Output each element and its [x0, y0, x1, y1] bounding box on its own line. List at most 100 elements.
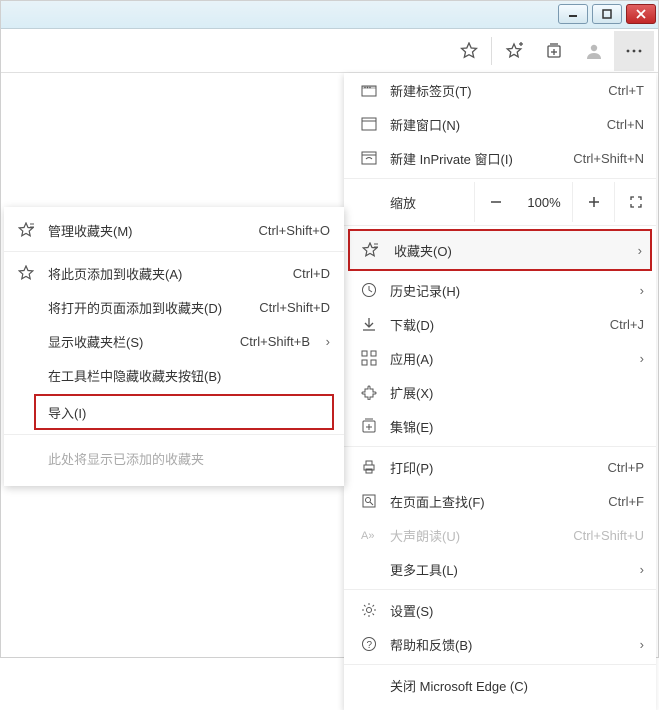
chevron-right-icon: › — [638, 243, 642, 258]
window-icon — [358, 117, 380, 131]
zoom-out-button[interactable] — [474, 182, 516, 222]
fullscreen-icon — [629, 195, 643, 209]
fullscreen-button[interactable] — [614, 182, 656, 222]
star-list-icon — [18, 222, 38, 238]
minus-icon — [489, 195, 503, 209]
star-icon — [460, 42, 478, 60]
menu-label: 更多工具(L) — [380, 560, 630, 579]
menu-label: 历史记录(H) — [380, 281, 630, 300]
download-icon — [358, 316, 380, 332]
favorites-hub-button[interactable] — [494, 31, 534, 71]
menu-help[interactable]: ? 帮助和反馈(B) › — [344, 627, 656, 661]
svg-text:?: ? — [367, 640, 373, 651]
menu-label: 新建窗口(N) — [380, 115, 607, 134]
menu-label: 帮助和反馈(B) — [380, 635, 630, 654]
menu-label: 集锦(E) — [380, 417, 644, 436]
submenu-label: 管理收藏夹(M) — [38, 221, 258, 240]
gear-icon — [358, 602, 380, 618]
menu-shortcut: Ctrl+P — [608, 460, 644, 475]
submenu-label: 在工具栏中隐藏收藏夹按钮(B) — [38, 366, 330, 385]
maximize-icon — [602, 9, 612, 19]
menu-new-window[interactable]: 新建窗口(N) Ctrl+N — [344, 107, 656, 141]
menu-label: 在页面上查找(F) — [380, 492, 608, 511]
menu-zoom-row: 缩放 100% — [344, 182, 656, 222]
star-list-icon — [362, 242, 384, 258]
apps-icon — [358, 350, 380, 366]
submenu-hide-fav-button[interactable]: 在工具栏中隐藏收藏夹按钮(B) — [4, 358, 344, 392]
extensions-icon — [358, 384, 380, 400]
menu-collections[interactable]: 集锦(E) — [344, 409, 656, 443]
menu-separator — [344, 178, 656, 179]
ellipsis-icon — [625, 42, 643, 60]
menu-shortcut: Ctrl+N — [607, 117, 644, 132]
submenu-shortcut: Ctrl+Shift+B — [240, 334, 310, 349]
collections-button[interactable] — [534, 31, 574, 71]
chevron-right-icon: › — [630, 283, 644, 298]
star-icon — [18, 265, 38, 281]
help-icon: ? — [358, 636, 380, 652]
submenu-show-bar[interactable]: 显示收藏夹栏(S) Ctrl+Shift+B › — [4, 324, 344, 358]
profile-icon — [584, 41, 604, 61]
menu-separator — [344, 225, 656, 226]
submenu-shortcut: Ctrl+Shift+D — [259, 300, 330, 315]
maximize-button[interactable] — [592, 4, 622, 24]
browser-toolbar — [1, 29, 658, 73]
menu-close-edge[interactable]: 关闭 Microsoft Edge (C) — [344, 668, 656, 702]
menu-print[interactable]: 打印(P) Ctrl+P — [344, 450, 656, 484]
favorites-empty-text: 此处将显示已添加的收藏夹 — [4, 439, 344, 472]
favorites-submenu: 管理收藏夹(M) Ctrl+Shift+O 将此页添加到收藏夹(A) Ctrl+… — [4, 207, 344, 486]
new-tab-icon — [358, 83, 380, 97]
submenu-add-page[interactable]: 将此页添加到收藏夹(A) Ctrl+D — [4, 256, 344, 290]
menu-settings[interactable]: 设置(S) — [344, 593, 656, 627]
inprivate-icon — [358, 151, 380, 165]
menu-shortcut: Ctrl+T — [608, 83, 644, 98]
minimize-icon — [568, 9, 578, 19]
chevron-right-icon: › — [630, 637, 644, 652]
profile-button[interactable] — [574, 31, 614, 71]
menu-label: 扩展(X) — [380, 383, 644, 402]
print-icon — [358, 459, 380, 475]
chevron-right-icon: › — [630, 351, 644, 366]
menu-new-inprivate[interactable]: 新建 InPrivate 窗口(I) Ctrl+Shift+N — [344, 141, 656, 175]
submenu-label: 将此页添加到收藏夹(A) — [38, 264, 293, 283]
collections-icon — [545, 42, 563, 60]
submenu-manage-favorites[interactable]: 管理收藏夹(M) Ctrl+Shift+O — [4, 213, 344, 247]
menu-more-tools[interactable]: 更多工具(L) › — [344, 552, 656, 586]
chevron-right-icon: › — [630, 562, 644, 577]
history-icon — [358, 282, 380, 298]
submenu-separator — [4, 251, 344, 252]
plus-icon — [587, 195, 601, 209]
close-icon — [636, 9, 646, 19]
menu-new-tab[interactable]: 新建标签页(T) Ctrl+T — [344, 73, 656, 107]
menu-separator — [344, 446, 656, 447]
zoom-value: 100% — [516, 195, 572, 210]
zoom-in-button[interactable] — [572, 182, 614, 222]
more-menu-button[interactable] — [614, 31, 654, 71]
menu-shortcut: Ctrl+J — [610, 317, 644, 332]
chevron-right-icon: › — [316, 334, 330, 349]
zoom-label: 缩放 — [344, 193, 474, 212]
submenu-label: 显示收藏夹栏(S) — [38, 332, 240, 351]
close-button[interactable] — [626, 4, 656, 24]
menu-label: 下载(D) — [380, 315, 610, 334]
submenu-separator — [4, 434, 344, 435]
menu-read-aloud: A» 大声朗读(U) Ctrl+Shift+U — [344, 518, 656, 552]
menu-extensions[interactable]: 扩展(X) — [344, 375, 656, 409]
svg-text:A»: A» — [361, 530, 374, 542]
menu-shortcut: Ctrl+Shift+N — [573, 151, 644, 166]
menu-find[interactable]: 在页面上查找(F) Ctrl+F — [344, 484, 656, 518]
menu-label: 大声朗读(U) — [380, 526, 573, 545]
menu-apps[interactable]: 应用(A) › — [344, 341, 656, 375]
menu-history[interactable]: 历史记录(H) › — [344, 273, 656, 307]
menu-shortcut: Ctrl+Shift+U — [573, 528, 644, 543]
submenu-import[interactable]: 导入(I) — [34, 394, 334, 430]
minimize-button[interactable] — [558, 4, 588, 24]
menu-favorites[interactable]: 收藏夹(O) › — [348, 229, 652, 271]
star-plus-icon — [505, 42, 523, 60]
find-icon — [358, 493, 380, 509]
submenu-add-open-pages[interactable]: 将打开的页面添加到收藏夹(D) Ctrl+Shift+D — [4, 290, 344, 324]
menu-downloads[interactable]: 下载(D) Ctrl+J — [344, 307, 656, 341]
submenu-shortcut: Ctrl+Shift+O — [258, 223, 330, 238]
toolbar-separator — [491, 37, 492, 65]
favorite-star-button[interactable] — [449, 31, 489, 71]
